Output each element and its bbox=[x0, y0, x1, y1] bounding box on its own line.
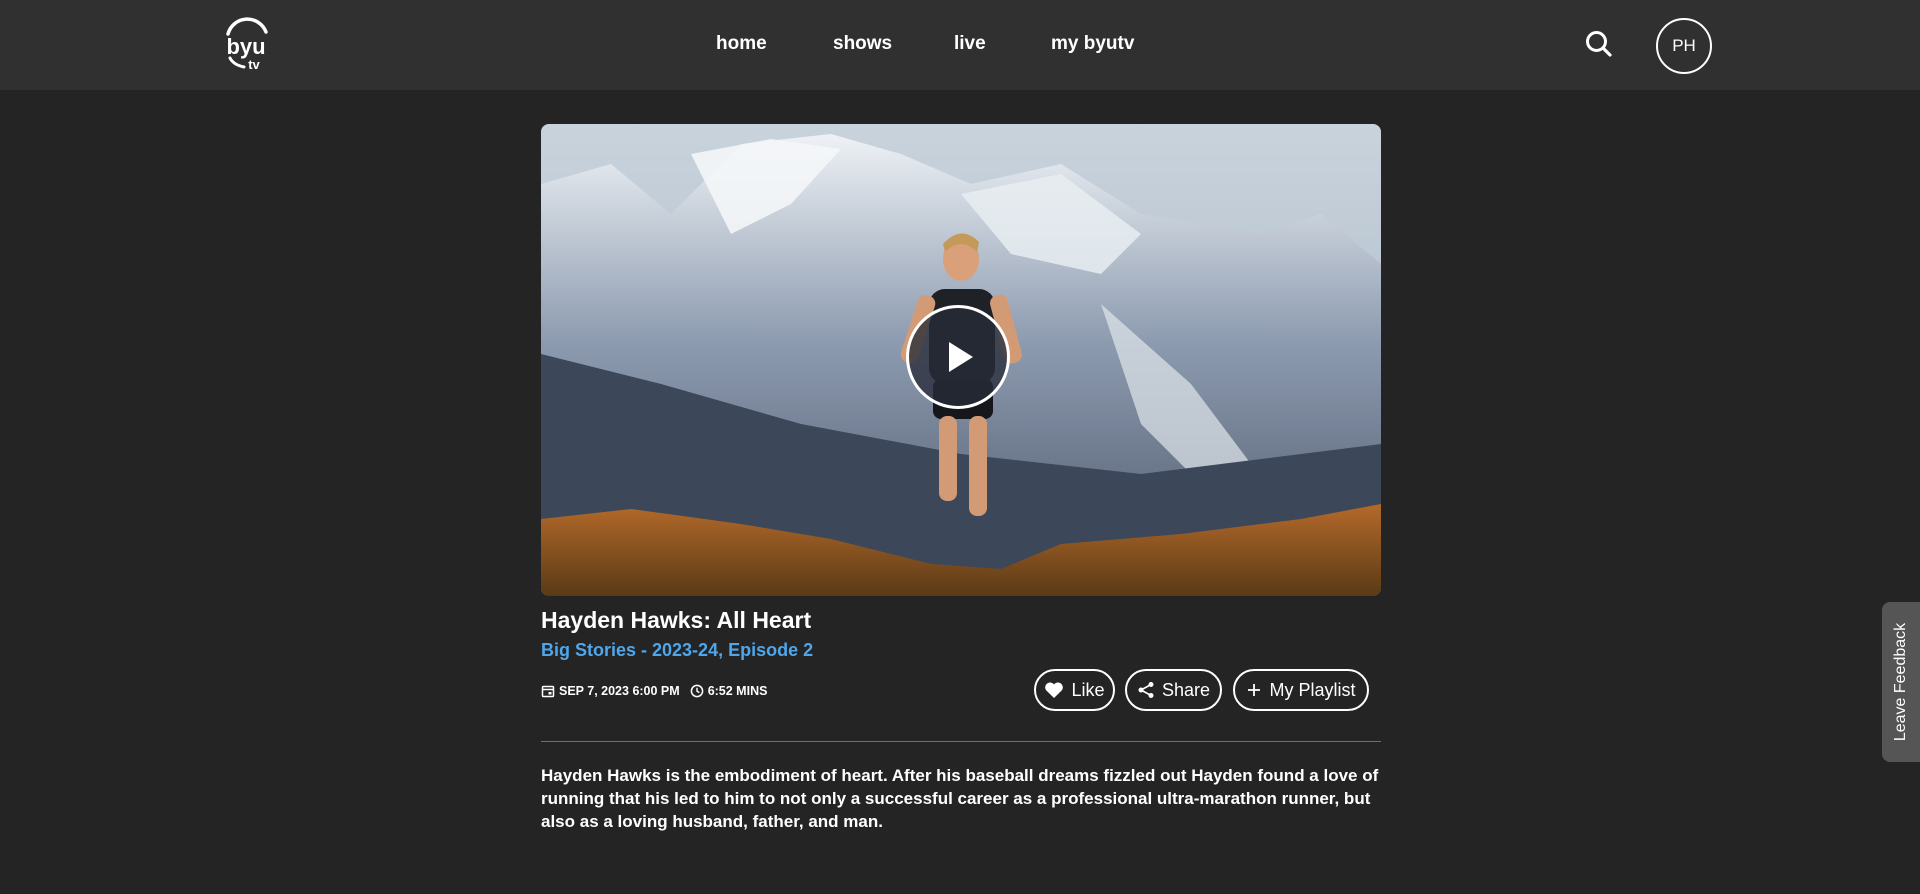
episode-meta: SEP 7, 2023 6:00 PM 6:52 MINS bbox=[541, 682, 767, 700]
video-player[interactable] bbox=[541, 124, 1381, 596]
add-to-playlist-button[interactable]: My Playlist bbox=[1233, 669, 1369, 711]
top-navigation-bar: byu tv home shows live my byutv PH bbox=[0, 0, 1920, 90]
share-button[interactable]: Share bbox=[1125, 669, 1222, 711]
playlist-label: My Playlist bbox=[1269, 679, 1356, 700]
episode-title: Hayden Hawks: All Heart bbox=[541, 607, 812, 633]
heart-icon bbox=[1045, 682, 1064, 698]
user-avatar-button[interactable]: PH bbox=[1656, 18, 1712, 74]
content-divider bbox=[541, 741, 1381, 742]
like-button[interactable]: Like bbox=[1034, 669, 1115, 711]
episode-date: SEP 7, 2023 6:00 PM bbox=[559, 684, 680, 698]
nav-home[interactable]: home bbox=[716, 33, 767, 55]
feedback-label: Leave Feedback bbox=[1892, 622, 1909, 742]
nav-shows[interactable]: shows bbox=[833, 33, 892, 55]
nav-my-byutv[interactable]: my byutv bbox=[1051, 33, 1134, 55]
nav-live[interactable]: live bbox=[954, 33, 986, 55]
search-button[interactable] bbox=[1584, 29, 1614, 59]
leave-feedback-tab[interactable]: Leave Feedback bbox=[1882, 602, 1920, 762]
play-button[interactable] bbox=[906, 305, 1010, 409]
episode-description: Hayden Hawks is the embodiment of heart.… bbox=[541, 766, 1379, 831]
calendar-icon bbox=[541, 685, 555, 698]
search-icon bbox=[1586, 31, 1612, 57]
plus-icon bbox=[1248, 684, 1261, 696]
avatar-initials: PH bbox=[1672, 36, 1696, 55]
play-icon bbox=[949, 342, 973, 372]
share-icon bbox=[1138, 682, 1154, 698]
clock-icon bbox=[690, 684, 704, 698]
share-label: Share bbox=[1161, 679, 1211, 700]
like-label: Like bbox=[1071, 679, 1105, 700]
episode-duration: 6:52 MINS bbox=[707, 684, 768, 698]
main-nav: home shows live my byutv bbox=[0, 0, 1920, 90]
episode-show-link[interactable]: Big Stories - 2023-24, Episode 2 bbox=[541, 640, 813, 661]
